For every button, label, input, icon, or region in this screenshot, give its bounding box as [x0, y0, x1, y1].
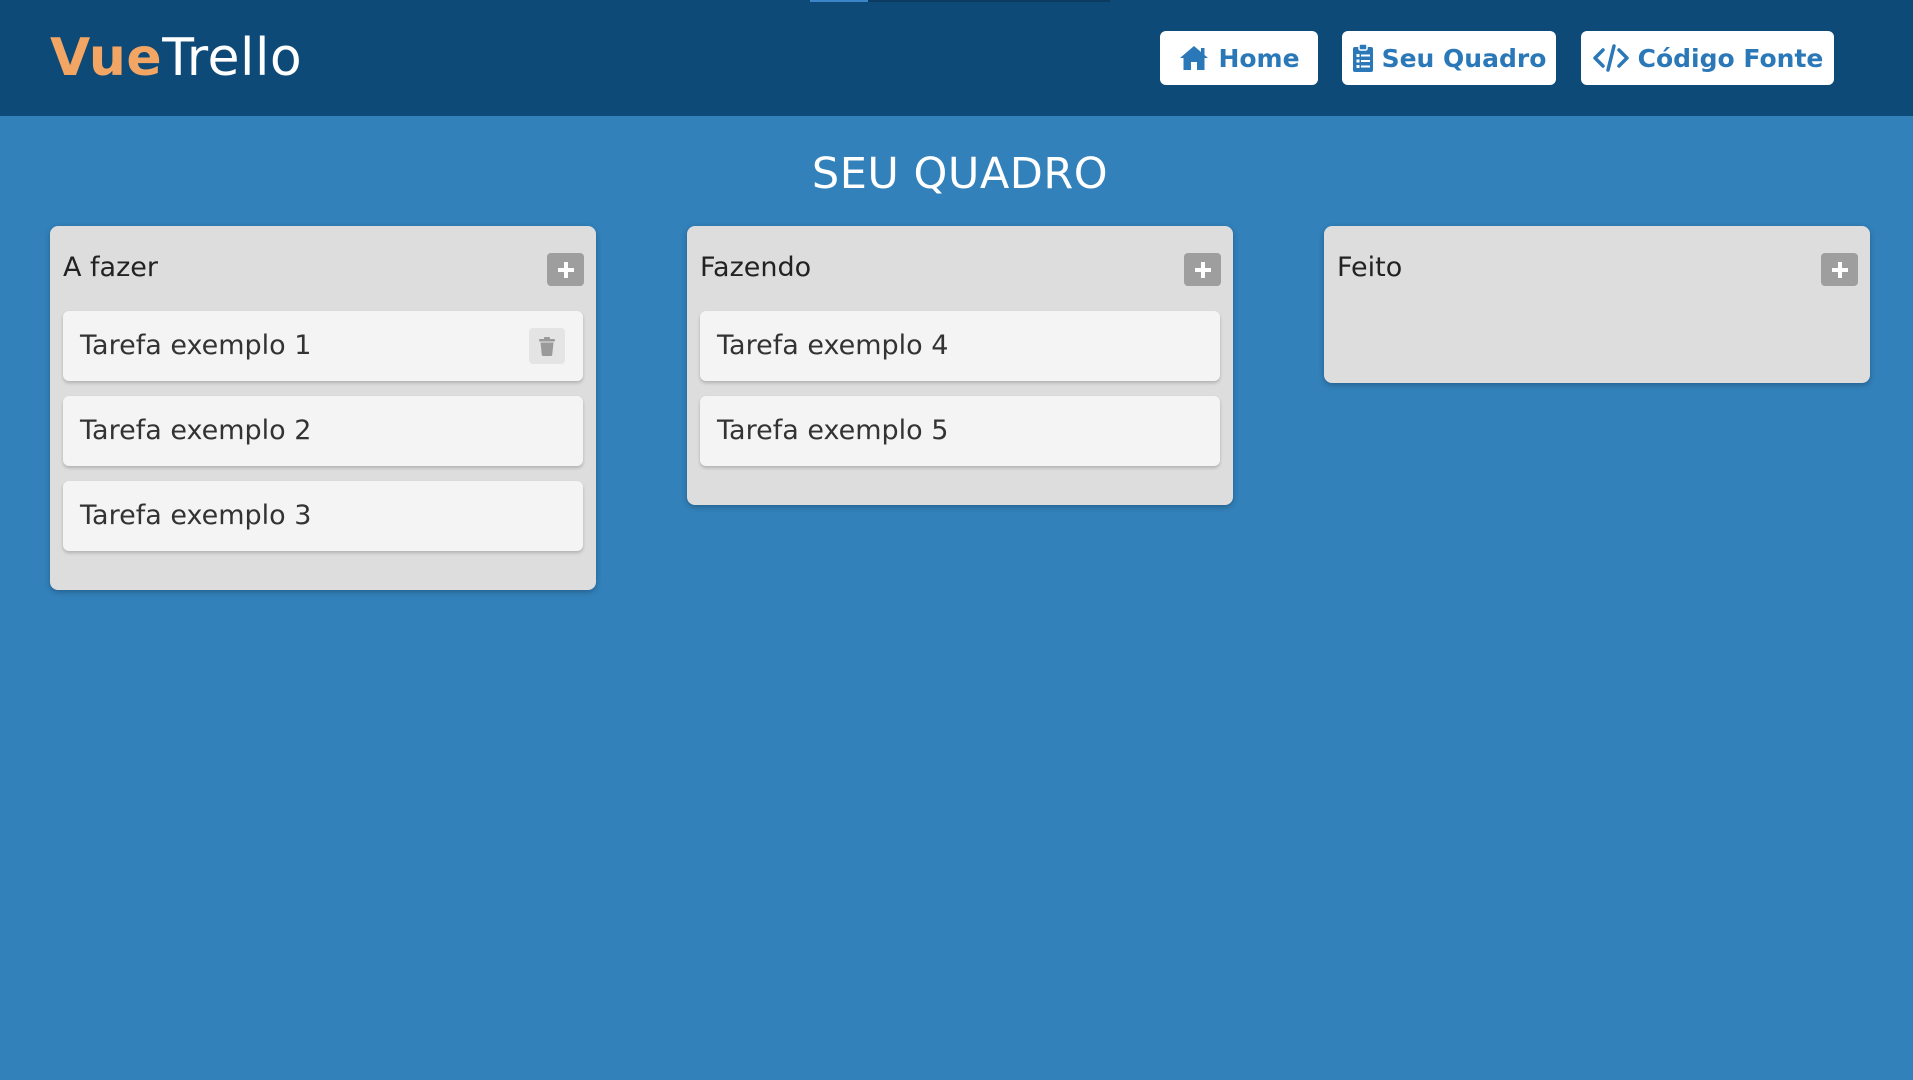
codigo-fonte-button-label: Código Fonte — [1637, 43, 1824, 73]
loading-progress-bar — [810, 0, 1110, 2]
code-icon — [1592, 44, 1630, 72]
codigo-fonte-button[interactable]: Código Fonte — [1581, 31, 1834, 85]
plus-icon — [1831, 261, 1848, 278]
trash-icon — [539, 336, 555, 356]
column-feito: Feito — [1324, 226, 1870, 383]
logo-text-vue: Vue — [50, 28, 163, 88]
home-button-label: Home — [1218, 43, 1300, 73]
add-card-button[interactable] — [1184, 253, 1221, 286]
task-card[interactable]: Tarefa exemplo 3 — [63, 481, 583, 551]
page-title: SEU QUADRO — [811, 149, 1109, 199]
seu-quadro-button[interactable]: Seu Quadro — [1342, 31, 1556, 85]
add-card-button[interactable] — [1821, 253, 1858, 286]
column-title: Feito — [1337, 252, 1403, 283]
task-card[interactable]: Tarefa exemplo 5 — [700, 396, 1220, 466]
home-icon — [1178, 44, 1210, 72]
task-card-text: Tarefa exemplo 4 — [717, 330, 949, 361]
column-fazendo: Fazendo Tarefa exemplo 4 Tarefa exemplo … — [687, 226, 1233, 505]
home-button[interactable]: Home — [1160, 31, 1318, 85]
column-title: Fazendo — [700, 252, 812, 283]
task-card-text: Tarefa exemplo 5 — [717, 415, 949, 446]
column-title: A fazer — [63, 252, 158, 283]
plus-icon — [557, 261, 574, 278]
task-card-text: Tarefa exemplo 2 — [80, 415, 312, 446]
seu-quadro-button-label: Seu Quadro — [1381, 43, 1547, 73]
column-a-fazer: A fazer Tarefa exemplo 1 Tarefa exemplo … — [50, 226, 596, 590]
logo-text-trello: Trello — [162, 28, 303, 88]
clipboard-list-icon — [1352, 43, 1374, 73]
plus-icon — [1194, 261, 1211, 278]
task-card[interactable]: Tarefa exemplo 2 — [63, 396, 583, 466]
add-card-button[interactable] — [547, 253, 584, 286]
app-header: VueTrello Home Seu Quadro Código Fonte — [0, 0, 1913, 116]
task-card-text: Tarefa exemplo 3 — [80, 500, 312, 531]
task-card-text: Tarefa exemplo 1 — [80, 330, 312, 361]
delete-card-button[interactable] — [529, 328, 565, 364]
task-card[interactable]: Tarefa exemplo 1 — [63, 311, 583, 381]
task-card[interactable]: Tarefa exemplo 4 — [700, 311, 1220, 381]
app-logo[interactable]: VueTrello — [50, 26, 302, 90]
